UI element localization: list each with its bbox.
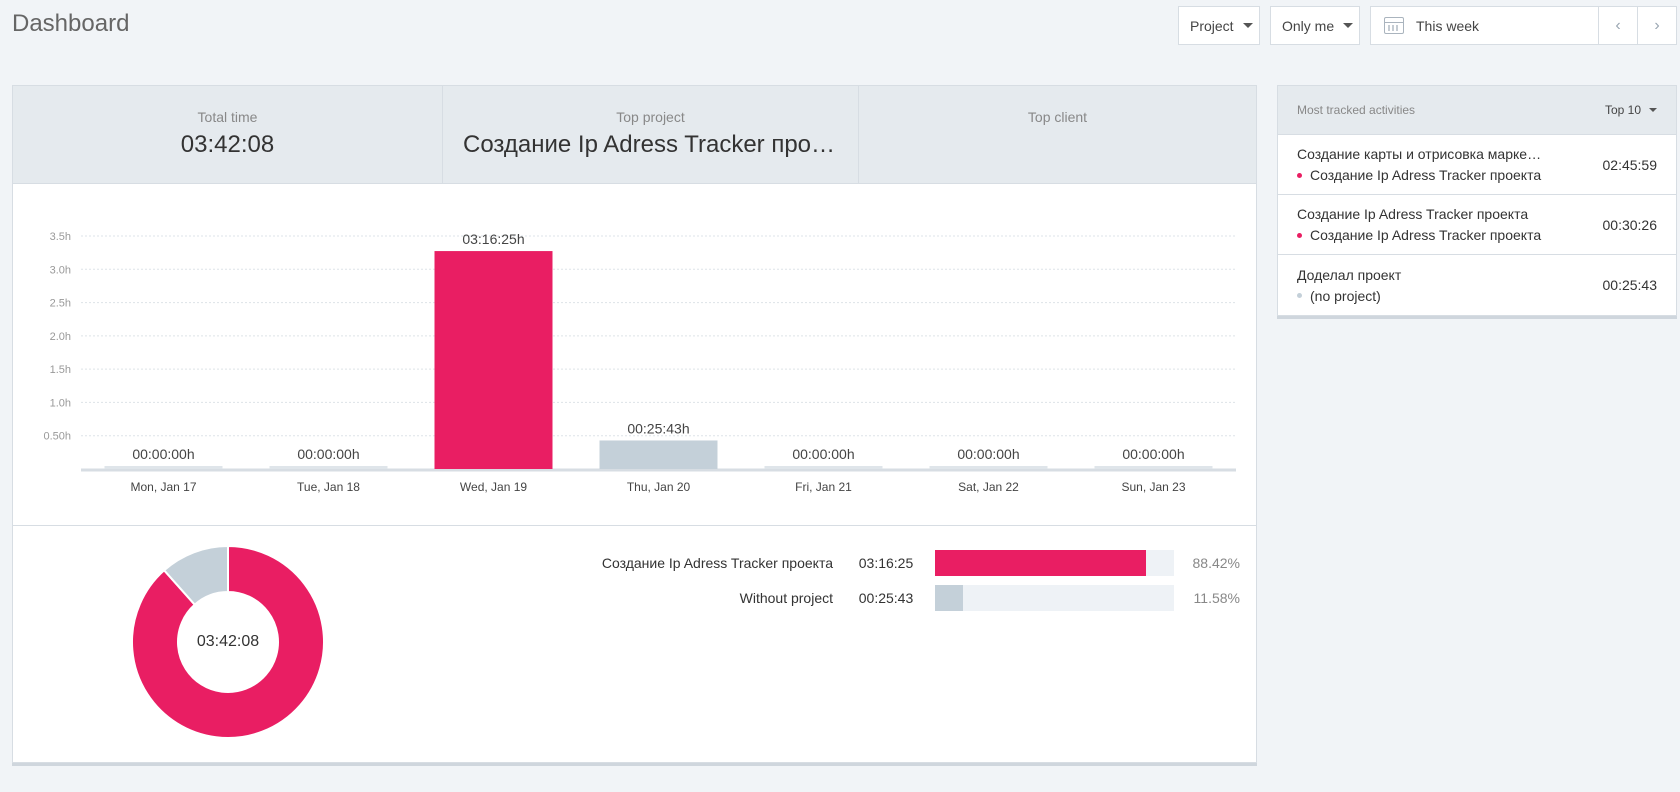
project-color-dot — [1297, 232, 1302, 238]
activities-header: Most tracked activities Top 10 — [1278, 86, 1676, 135]
activities-title: Most tracked activities — [1297, 103, 1416, 117]
project-filter-label: Project — [1190, 17, 1234, 34]
total-time-value: 03:42:08 — [180, 131, 275, 158]
breakdown-percent: 88.42% — [1192, 555, 1240, 571]
total-time-stat: Total time 03:42:08 — [13, 86, 443, 183]
calendar-icon — [1384, 17, 1404, 34]
bar-chart-svg: 0.50h 1.0h 1.5h 2.0h 2.5h 3.0h 3.5h 00:00:00h Mo… — [43, 231, 1236, 494]
activity-duration: 00:25:43 — [1602, 277, 1658, 293]
activity-project: Создание Ip Adress Tracker проекта — [1310, 167, 1542, 183]
caret-down-icon — [1242, 23, 1253, 28]
user-filter-label: Only me — [1282, 17, 1335, 34]
y-tick-label: 3.5h — [50, 231, 71, 243]
project-breakdown: 03:42:08 Создание Ip Adress Tracker прое… — [13, 526, 1256, 762]
bar-value-label: 00:00:00h — [297, 446, 359, 462]
activity-description: Доделал проект — [1297, 266, 1402, 283]
summary-stats: Total time 03:42:08 Top project Создание… — [13, 86, 1256, 184]
bar — [269, 466, 388, 469]
top-count-label: Top 10 — [1604, 103, 1641, 117]
y-tick-label: 1.0h — [50, 397, 71, 409]
donut-chart: 03:42:08 — [131, 544, 325, 739]
x-tick-label: Thu, Jan 20 — [627, 480, 691, 494]
user-filter-dropdown[interactable]: Only me — [1270, 6, 1360, 45]
activity-item[interactable]: Создание Ip Adress Tracker проекта Созда… — [1278, 195, 1676, 255]
top-client-label: Top client — [1027, 109, 1088, 125]
next-week-button[interactable]: › — [1637, 7, 1676, 44]
breakdown-progress-fill — [935, 585, 963, 611]
breakdown-project-time: 03:16:25 — [858, 555, 914, 571]
x-tick-label: Mon, Jan 17 — [130, 480, 196, 494]
y-tick-label: 1.5h — [50, 364, 71, 376]
activity-description: Создание карты и отрисовка маркеров — [1297, 146, 1547, 162]
bar-value-label: 00:25:43h — [627, 420, 689, 436]
previous-week-button[interactable]: ‹ — [1598, 7, 1637, 44]
daily-bar-chart: 0.50h 1.0h 1.5h 2.0h 2.5h 3.0h 3.5h 00:00:00h Mo… — [13, 184, 1256, 526]
top-project-label: Top project — [616, 109, 685, 125]
breakdown-project-name: Without project — [739, 590, 833, 606]
caret-down-icon — [1343, 23, 1354, 28]
bar — [104, 466, 223, 469]
x-tick-label: Sun, Jan 23 — [1121, 480, 1185, 494]
activity-item[interactable]: Доделал проект (no project) 00:25:43 — [1278, 255, 1676, 315]
activity-description: Создание Ip Adress Tracker проекта — [1297, 206, 1529, 222]
bar — [599, 440, 718, 469]
activity-duration: 00:30:26 — [1602, 216, 1658, 233]
activity-item[interactable]: Создание карты и отрисовка маркеров Созд… — [1278, 135, 1676, 195]
breakdown-row: Without project 00:25:43 11.58% — [453, 585, 1243, 611]
total-time-label: Total time — [197, 109, 258, 125]
bar — [929, 466, 1048, 469]
breakdown-progress-fill — [935, 550, 1147, 576]
breakdown-percent: 11.58% — [1193, 590, 1240, 606]
activity-project: (no project) — [1310, 287, 1381, 304]
y-tick-label: 2.5h — [50, 298, 71, 310]
x-tick-label: Wed, Jan 19 — [460, 480, 527, 494]
x-tick-label: Tue, Jan 18 — [297, 480, 360, 494]
bar-value-label: 00:00:00h — [957, 446, 1019, 462]
breakdown-progress-track — [935, 585, 1174, 611]
donut-total: 03:42:08 — [196, 633, 260, 650]
x-tick-label: Fri, Jan 21 — [795, 480, 852, 494]
caret-down-icon — [1649, 108, 1657, 112]
project-color-dot — [1297, 172, 1302, 178]
project-color-dot — [1297, 293, 1302, 298]
y-tick-label: 3.0h — [50, 264, 71, 276]
bar — [1094, 466, 1213, 469]
project-filter-dropdown[interactable]: Project — [1178, 6, 1260, 45]
breakdown-project-time: 00:25:43 — [858, 590, 914, 606]
bar-value-label: 03:16:25h — [462, 231, 524, 247]
activity-duration: 02:45:59 — [1602, 156, 1658, 173]
bar-value-label: 00:00:00h — [1122, 446, 1184, 462]
x-tick-label: Sat, Jan 22 — [958, 480, 1019, 494]
page-title: Dashboard — [12, 10, 130, 37]
bar — [764, 466, 883, 469]
top-count-dropdown[interactable]: Top 10 — [1605, 103, 1657, 117]
date-range-picker[interactable]: This week ‹ › — [1370, 6, 1677, 45]
y-tick-label: 2.0h — [50, 331, 71, 343]
breakdown-row: Создание Ip Adress Tracker проекта 03:16… — [453, 550, 1243, 576]
most-tracked-activities-card: Most tracked activities Top 10 Создание … — [1277, 85, 1677, 316]
bar-value-label: 00:00:00h — [132, 446, 194, 462]
top-project-value: Создание Ip Adress Tracker проекта — [463, 131, 858, 158]
bar-value-label: 00:00:00h — [792, 446, 854, 462]
bar — [434, 251, 553, 469]
top-client-stat: Top client — [859, 86, 1256, 183]
activity-project: Создание Ip Adress Tracker проекта — [1310, 227, 1542, 243]
top-project-stat: Top project Создание Ip Adress Tracker п… — [443, 86, 859, 183]
date-range-label: This week — [1416, 17, 1480, 34]
breakdown-progress-track — [935, 550, 1174, 576]
dashboard-main-card: Total time 03:42:08 Top project Создание… — [12, 85, 1257, 763]
breakdown-project-name: Создание Ip Adress Tracker проекта — [601, 555, 833, 571]
y-tick-label: 0.50h — [43, 431, 71, 443]
